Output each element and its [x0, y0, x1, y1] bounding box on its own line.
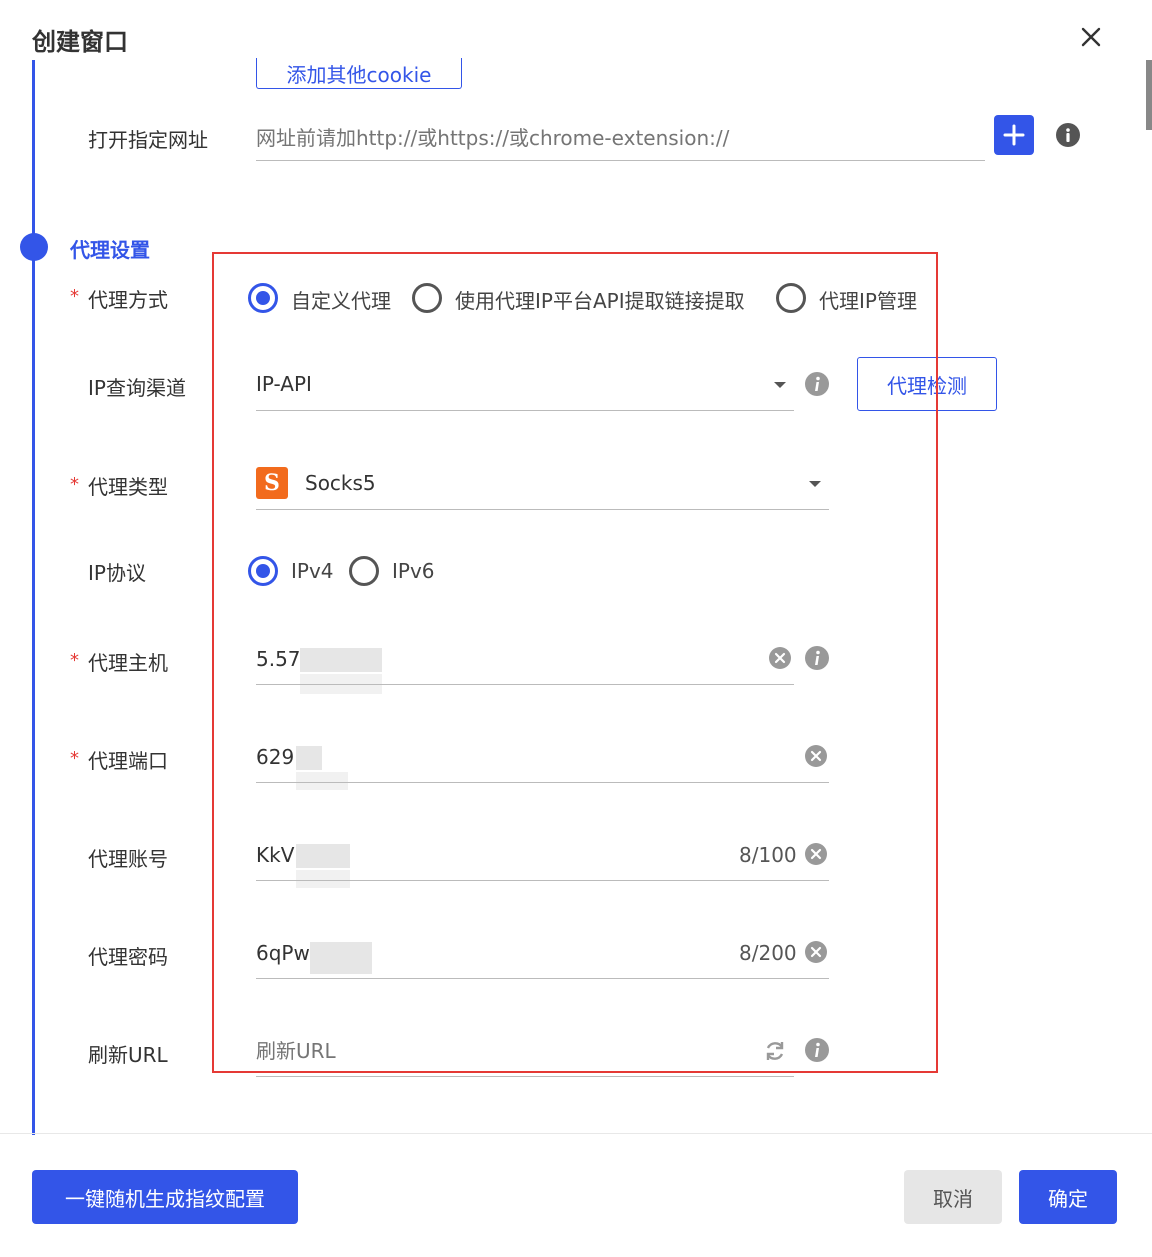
proxy-password-input[interactable]: 6qPw [256, 941, 310, 965]
info-icon[interactable] [1055, 122, 1081, 148]
proxy-port-input[interactable]: 629 [256, 745, 294, 769]
radio-proxy-ip-management[interactable] [776, 283, 806, 313]
account-length-counter: 8/100 [739, 843, 797, 867]
required-mark: * [70, 748, 79, 769]
open-url-input[interactable] [256, 120, 982, 156]
proxy-type-select[interactable]: Socks5 [305, 471, 376, 495]
proxy-port-underline [256, 782, 829, 783]
plus-icon [1003, 124, 1025, 146]
open-url-underline [256, 160, 985, 161]
socks-logo-icon: S [256, 467, 288, 499]
password-length-counter: 8/200 [739, 941, 797, 965]
redacted-text [296, 844, 350, 868]
radio-proxy-ip-management-label[interactable]: 代理IP管理 [819, 285, 917, 314]
cancel-button[interactable]: 取消 [904, 1170, 1002, 1224]
close-icon[interactable] [1074, 20, 1108, 54]
proxy-mode-label: 代理方式 [88, 288, 168, 312]
radio-custom-proxy[interactable] [248, 283, 278, 313]
info-icon[interactable] [804, 371, 830, 397]
required-mark: * [70, 286, 79, 307]
refresh-url-input[interactable] [256, 1034, 746, 1068]
redacted-text [296, 746, 322, 770]
redacted-text [300, 648, 382, 672]
proxy-account-label: 代理账号 [88, 847, 168, 871]
footer-divider [0, 1133, 1152, 1134]
info-icon[interactable] [804, 1037, 830, 1063]
proxy-type-underline [256, 509, 829, 510]
proxy-check-button[interactable]: 代理检测 [857, 357, 997, 411]
dialog-title: 创建窗口 [32, 28, 128, 56]
clear-icon[interactable] [804, 940, 828, 964]
add-url-button[interactable] [994, 115, 1034, 155]
ip-query-underline [256, 410, 794, 411]
random-fingerprint-button[interactable]: 一键随机生成指纹配置 [32, 1170, 298, 1224]
proxy-type-label: 代理类型 [88, 475, 168, 499]
chevron-down-icon[interactable] [774, 382, 786, 388]
chevron-down-icon[interactable] [809, 481, 821, 487]
proxy-account-input[interactable]: KkV [256, 843, 294, 867]
required-mark: * [70, 474, 79, 495]
clear-icon[interactable] [804, 842, 828, 866]
timeline-line [32, 60, 35, 1135]
radio-ipv4[interactable] [248, 556, 278, 586]
radio-ipv6[interactable] [349, 556, 379, 586]
clear-icon[interactable] [804, 744, 828, 768]
ip-protocol-label: IP协议 [88, 561, 146, 585]
redacted-text [296, 870, 350, 888]
radio-ipv4-label[interactable]: IPv4 [291, 559, 334, 583]
proxy-account-underline [256, 880, 829, 881]
info-icon[interactable] [804, 645, 830, 671]
proxy-host-label: 代理主机 [88, 651, 168, 675]
radio-custom-proxy-label[interactable]: 自定义代理 [291, 285, 391, 314]
clear-icon[interactable] [768, 646, 792, 670]
refresh-url-underline [256, 1076, 794, 1077]
redacted-text [296, 772, 348, 790]
radio-ipv6-label[interactable]: IPv6 [392, 559, 435, 583]
scrollbar[interactable] [1146, 60, 1152, 130]
proxy-section-title: 代理设置 [70, 238, 150, 262]
proxy-host-underline [256, 684, 794, 685]
proxy-host-input[interactable]: 5.57 [256, 647, 301, 671]
proxy-port-label: 代理端口 [88, 749, 168, 773]
ip-query-label: IP查询渠道 [88, 376, 186, 400]
confirm-button[interactable]: 确定 [1019, 1170, 1117, 1224]
ip-query-select[interactable]: IP-API [256, 372, 312, 396]
radio-api-extract-label[interactable]: 使用代理IP平台API提取链接提取 [455, 285, 745, 314]
open-url-label: 打开指定网址 [88, 128, 208, 152]
redacted-text [310, 942, 372, 974]
refresh-url-label: 刷新URL [88, 1043, 168, 1067]
timeline-dot [20, 233, 48, 261]
radio-api-extract[interactable] [412, 283, 442, 313]
add-cookie-button[interactable]: 添加其他cookie [256, 58, 462, 89]
proxy-password-label: 代理密码 [88, 945, 168, 969]
required-mark: * [70, 650, 79, 671]
proxy-password-underline [256, 978, 829, 979]
refresh-icon[interactable] [762, 1038, 788, 1064]
